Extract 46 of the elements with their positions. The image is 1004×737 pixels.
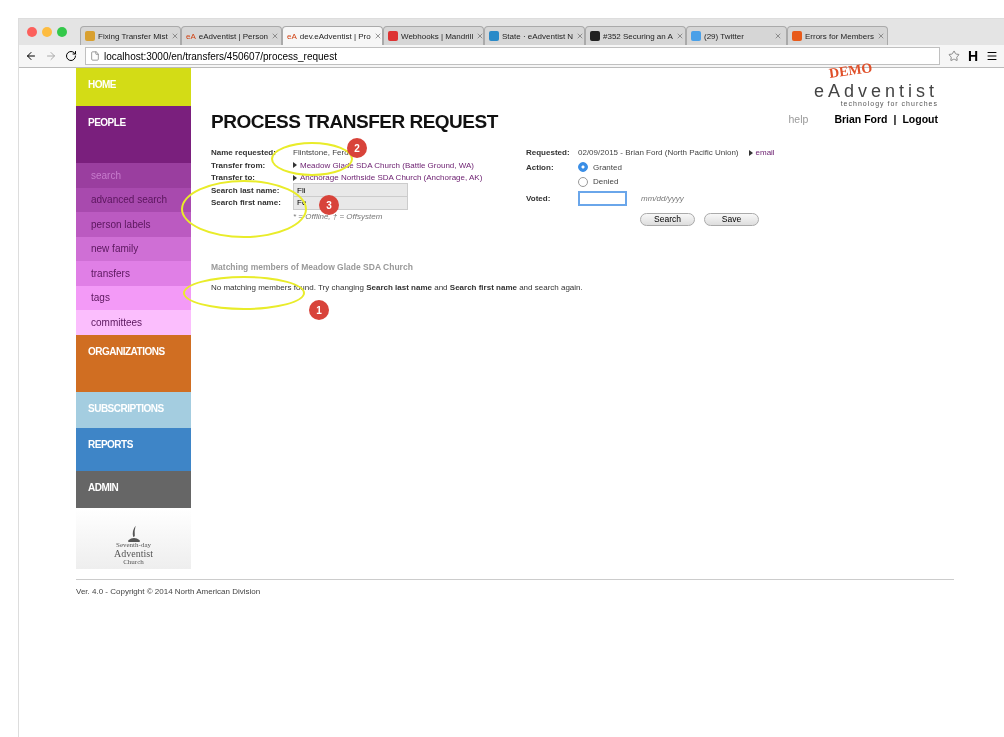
save-button[interactable]: Save xyxy=(704,212,759,226)
field-label: Transfer to: xyxy=(211,173,256,183)
logout-link[interactable]: Logout xyxy=(902,113,938,125)
radio-label: Granted xyxy=(593,162,622,172)
nav-item[interactable]: committees xyxy=(76,310,191,335)
date-hint: mm/dd/yyyy xyxy=(641,194,684,203)
browser-tab[interactable]: #352 Securing an A xyxy=(585,26,686,45)
search-button[interactable]: Search xyxy=(640,212,695,226)
browser-tab[interactable]: Fixing Transfer Mist xyxy=(80,26,181,45)
number-badge: 1 xyxy=(309,300,329,320)
nav-section[interactable]: REPORTS xyxy=(76,427,191,471)
number-badge: 3 xyxy=(319,195,339,215)
site-icon: eA xyxy=(287,31,297,41)
field-value: 02/09/2015 - Brian Ford (North Pacific Union) xyxy=(578,148,739,158)
input-field[interactable]: Fli xyxy=(293,183,408,198)
radio-label: Denied xyxy=(593,177,619,187)
field-value: Flintstone, Ferd xyxy=(293,148,349,158)
church-link[interactable]: Anchorage Northside SDA Church (Anchorage, AK) xyxy=(300,173,483,183)
field-label: Search last name: xyxy=(211,185,281,195)
section-heading: Matching members of Meadow Glade SDA Church xyxy=(211,261,414,272)
nav-section[interactable]: ADMIN xyxy=(76,470,191,508)
field-label: Transfer from: xyxy=(211,160,267,170)
field-label: Name requested: xyxy=(211,148,277,158)
field-label: Search first name: xyxy=(211,198,282,208)
email-link[interactable]: email xyxy=(755,148,775,158)
nav-item[interactable]: new family xyxy=(76,236,191,261)
nav-item[interactable]: tags xyxy=(76,285,191,310)
separator: | xyxy=(893,113,897,125)
browser-tab[interactable]: Webhooks | Mandrill xyxy=(383,26,484,45)
nav-section[interactable]: PEOPLE xyxy=(76,106,191,163)
browser-tab[interactable]: State · eAdventist N xyxy=(484,26,585,45)
nav-item[interactable]: transfers xyxy=(76,261,191,286)
nav-section[interactable]: ORGANIZATIONS xyxy=(76,334,191,392)
page-title: PROCESS TRANSFER REQUEST xyxy=(211,111,498,133)
user-name[interactable]: Brian Ford xyxy=(834,113,888,125)
field-label: Voted: xyxy=(526,194,552,203)
browser-tab[interactable]: (29) Twitter xyxy=(686,26,787,45)
extension-icon[interactable]: H xyxy=(967,48,978,64)
footer-text: Ver. 4.0 - Copyright © 2014 North American Division xyxy=(76,578,954,596)
browser-tab[interactable]: eA dev.eAdventist | Pro xyxy=(282,26,383,45)
field-label: Action: xyxy=(526,162,555,172)
site-logo: eAdventist xyxy=(813,82,938,100)
field-label: Requested: xyxy=(526,148,571,158)
browser-tab[interactable]: eA eAdventist | Person xyxy=(181,26,282,45)
browser-tab[interactable]: Errors for Members xyxy=(787,26,888,45)
site-icon: eA xyxy=(186,31,196,41)
